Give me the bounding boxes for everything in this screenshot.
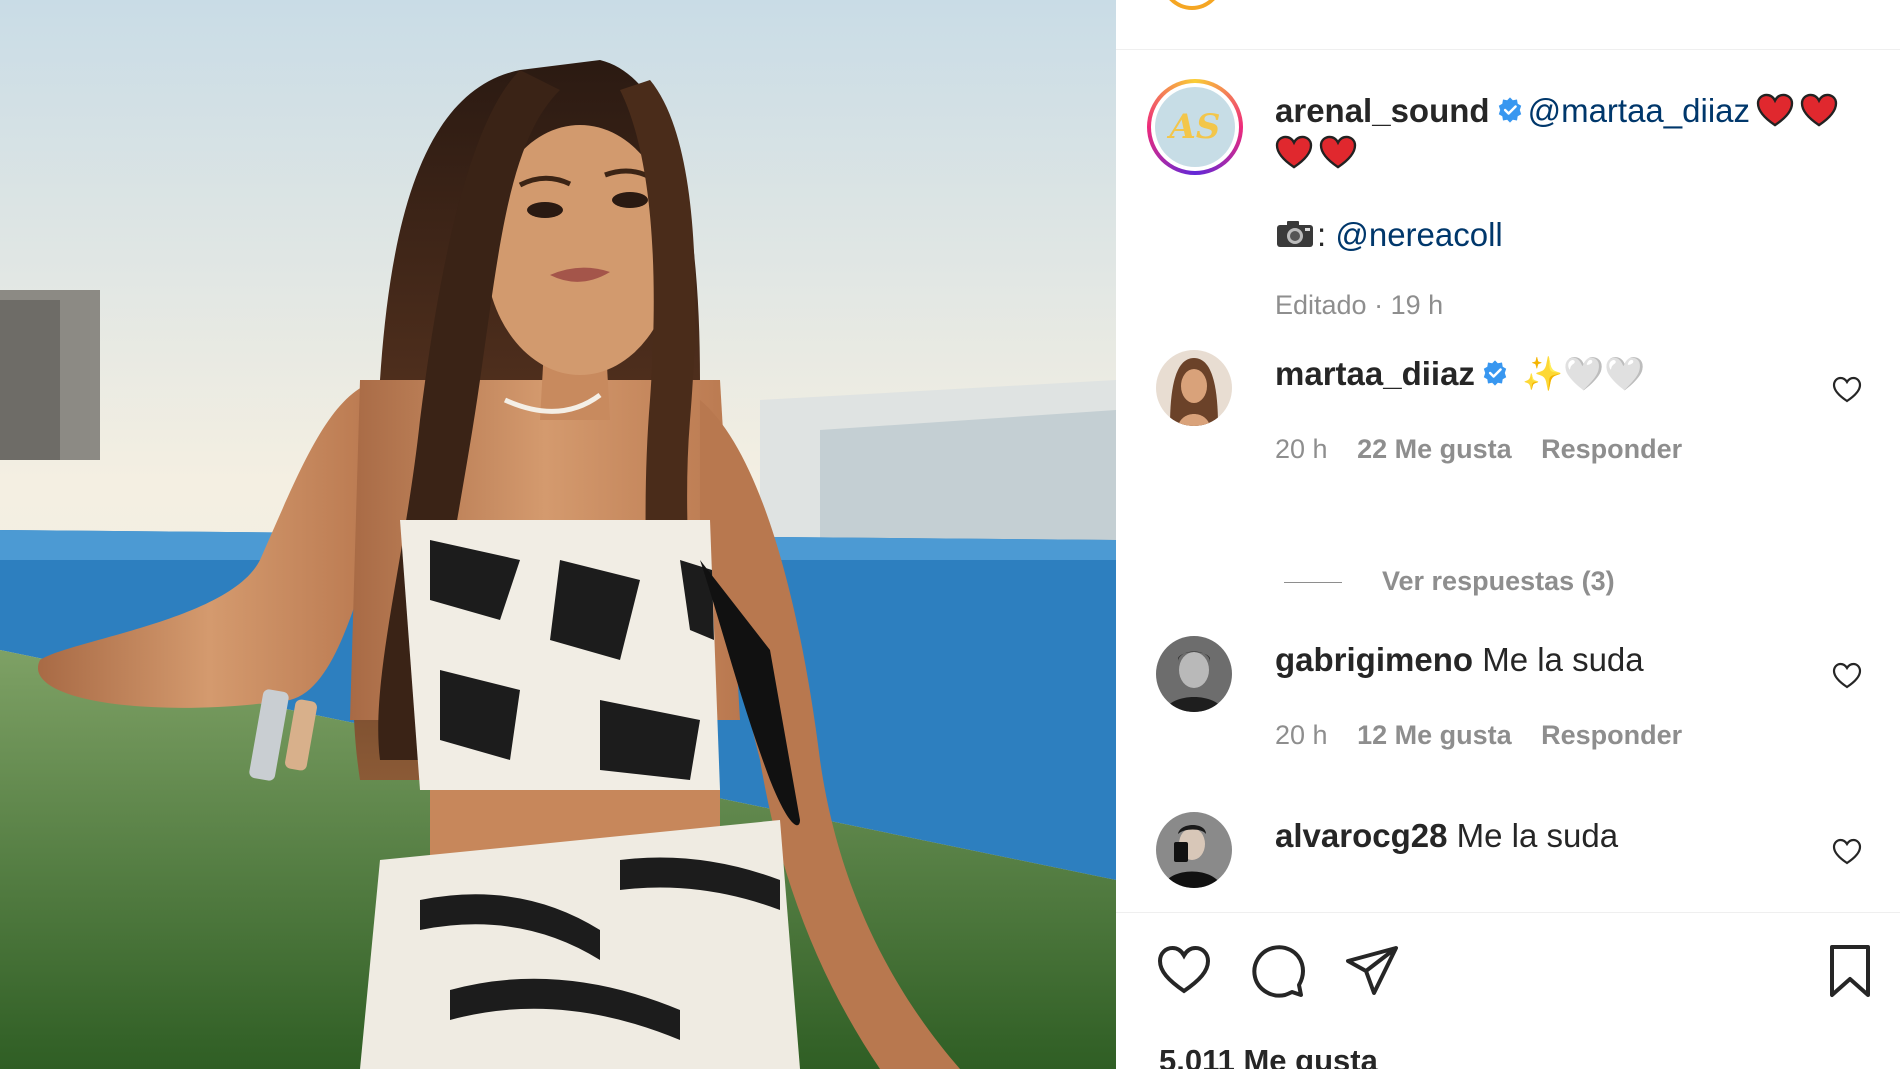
view-replies-button[interactable]: Ver respuestas (3) [1284,566,1615,597]
post-caption: arenal_sound @martaa_diiaz [1275,90,1865,174]
red-heart-emoji-icon [1319,135,1357,169]
commenter-avatar[interactable] [1156,812,1232,888]
bookmark-icon[interactable] [1822,943,1878,999]
paper-plane-icon[interactable] [1344,943,1400,999]
comment-meta: 20 h 12 Me gusta Responder [1275,720,1704,751]
author-avatar[interactable]: AS [1147,79,1243,175]
post-header [1116,0,1900,50]
post-likes-count[interactable]: 5.011 Me gusta [1159,1043,1378,1069]
comment-text: Me la suda [1482,641,1644,678]
caption-mention[interactable]: @martaa_diiaz [1528,92,1750,129]
comment-body: martaa_diiaz ✨🤍🤍 [1275,354,1645,394]
comment-likes[interactable]: 12 Me gusta [1357,720,1512,750]
header-avatar-ring[interactable] [1161,0,1223,10]
comment-username[interactable]: alvarocg28 [1275,817,1447,854]
comment-time: 20 h [1275,720,1328,750]
commenter-avatar-image [1156,350,1232,426]
comment-icon[interactable] [1250,943,1306,999]
author-username[interactable]: arenal_sound [1275,92,1490,129]
red-heart-emoji-icon [1756,93,1794,127]
post-detail-panel: AS arenal_sound @martaa_diiaz : @nereacol… [1116,0,1900,1069]
author-avatar-logo: AS [1155,87,1235,167]
post-actions-bar: 5.011 Me gusta [1116,912,1900,1069]
post-photo[interactable] [0,0,1116,1069]
comment-heart-icon[interactable] [1832,662,1862,690]
comment-body: alvarocg28 Me la suda [1275,816,1618,856]
verified-badge-icon [1483,360,1507,386]
photo-credit-mention[interactable]: @nereacoll [1335,216,1502,253]
comment-heart-icon[interactable] [1832,838,1862,866]
comment-reply-button[interactable]: Responder [1541,720,1682,750]
view-replies-label: Ver respuestas (3) [1382,566,1615,596]
commenter-avatar[interactable] [1156,636,1232,712]
comments-section: AS arenal_sound @martaa_diiaz : @nereacol… [1116,50,1900,912]
comment-meta: 20 h 22 Me gusta Responder [1275,434,1704,465]
edited-timestamp: Editado · 19 h [1275,290,1444,320]
comment-text: ✨🤍🤍 [1522,355,1646,392]
comment-username[interactable]: martaa_diiaz [1275,355,1475,392]
red-heart-emoji-icon [1800,93,1838,127]
verified-badge-icon [1498,97,1521,123]
photo-credit-separator: : [1317,216,1327,253]
commenter-avatar-image [1156,636,1232,712]
comment-likes[interactable]: 22 Me gusta [1357,434,1512,464]
heart-icon[interactable] [1156,943,1212,999]
post-photo-illustration [0,0,1116,1069]
comment-reply-button[interactable]: Responder [1541,434,1682,464]
commenter-avatar-image [1156,812,1232,888]
comment-time: 20 h [1275,434,1328,464]
comment-body: gabrigimeno Me la suda [1275,640,1644,680]
camera-emoji-icon [1277,221,1313,247]
photo-credit-line: : @nereacoll [1275,214,1503,256]
commenter-avatar[interactable] [1156,350,1232,426]
replies-divider-line [1284,582,1342,584]
comment-heart-icon[interactable] [1832,376,1862,404]
comment-text: Me la suda [1456,817,1619,854]
comment-username[interactable]: gabrigimeno [1275,641,1473,678]
red-heart-emoji-icon [1275,135,1313,169]
